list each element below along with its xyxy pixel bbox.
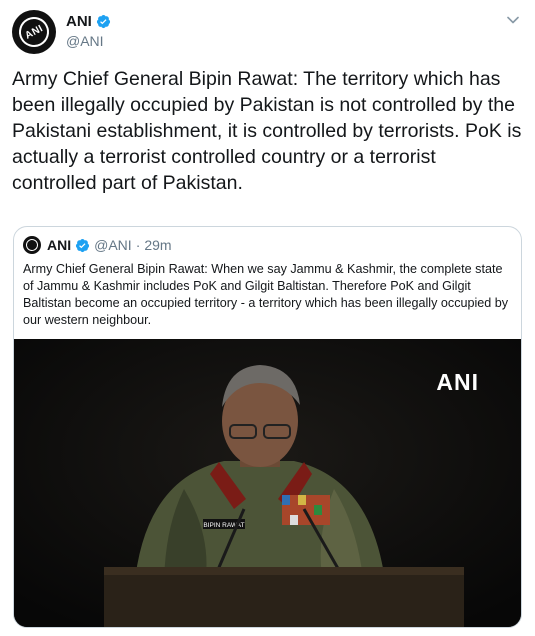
ani-logo: ANI <box>13 11 55 53</box>
verified-badge-icon <box>96 14 110 29</box>
author-avatar[interactable]: ANI <box>12 10 56 54</box>
tweet-card: ANI ANI @ANI Army Chief General Bipin Ra… <box>0 0 535 636</box>
quoted-tweet[interactable]: ANI @ANI · 29m Army Chief General Bipin … <box>13 226 522 628</box>
quoted-tweet-text: Army Chief General Bipin Rawat: When we … <box>23 262 509 327</box>
ani-watermark: ANI <box>436 369 479 395</box>
quoted-author-handle: @ANI <box>94 237 132 253</box>
tweet-text: Army Chief General Bipin Rawat: The terr… <box>12 68 522 194</box>
video-thumbnail[interactable]: BIPIN RAWAT ANI <box>14 339 521 627</box>
verified-badge-icon <box>76 238 90 252</box>
author-handle[interactable]: @ANI <box>66 33 111 49</box>
author-block: ANI @ANI <box>66 13 111 49</box>
chevron-down-icon[interactable] <box>505 12 521 28</box>
author-name[interactable]: ANI <box>66 13 92 30</box>
avatar-logo-text: ANI <box>23 22 45 42</box>
meta-separator: · <box>135 237 141 253</box>
quoted-tweet-time: 29m <box>144 237 172 253</box>
quoted-author-avatar <box>23 236 41 254</box>
quoted-author-name: ANI <box>47 237 72 253</box>
quoted-tweet-header: ANI @ANI · 29m <box>23 236 172 254</box>
